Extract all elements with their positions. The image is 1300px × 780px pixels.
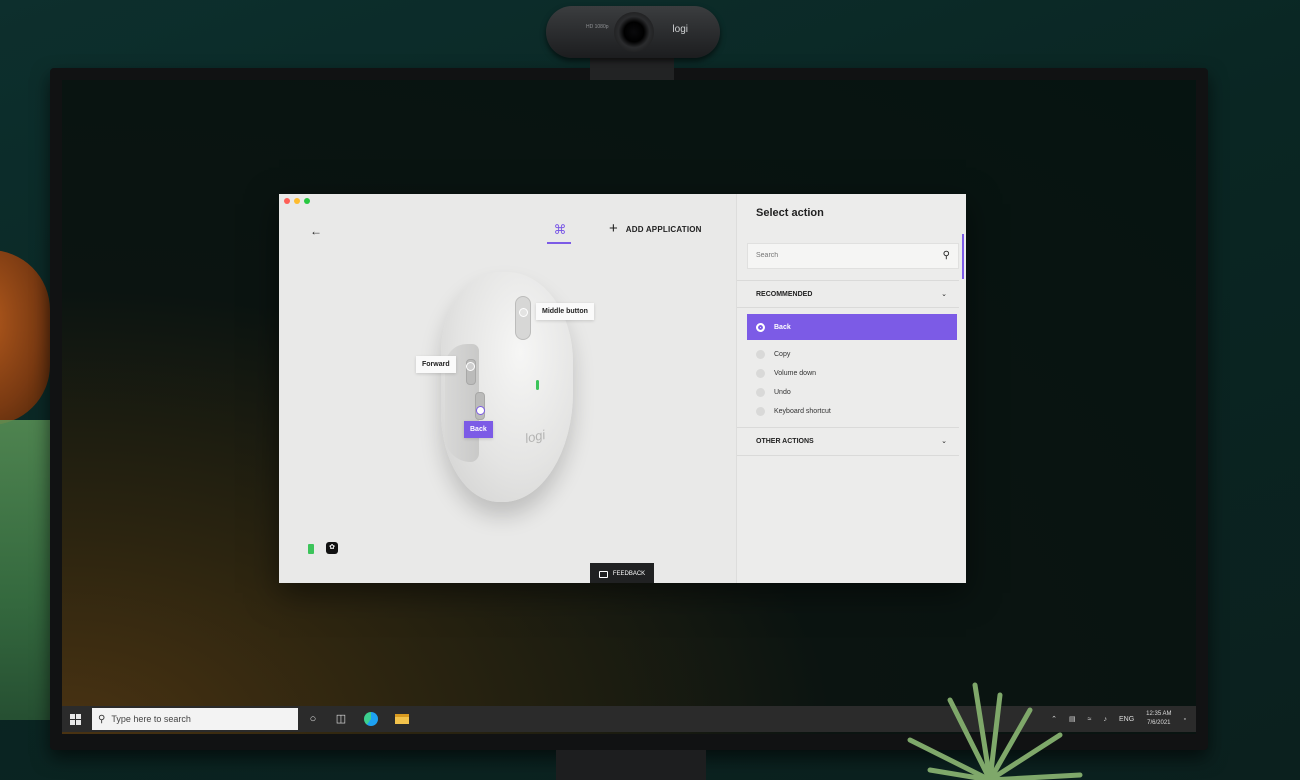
cortana-icon[interactable]: ○ (306, 712, 320, 726)
window-controls (284, 198, 310, 204)
all-applications-icon[interactable]: ⌘ (551, 222, 569, 240)
search-icon: ⚲ (98, 713, 106, 725)
feedback-icon (598, 570, 608, 578)
clock-date: 7/6/2021 (1147, 720, 1171, 726)
action-option-label: Back (774, 323, 791, 331)
action-option-label: Copy (774, 351, 791, 358)
action-option-label: Undo (774, 389, 791, 396)
radio-unselected-icon (756, 369, 765, 378)
middle-button-pin[interactable] (519, 308, 528, 317)
webcam-brand-logo: logi (672, 24, 688, 35)
task-view-icon[interactable]: ◫ (334, 712, 348, 726)
recommended-label: RECOMMENDED (756, 290, 813, 298)
action-option[interactable]: Volume down (756, 369, 816, 378)
radio-selected-icon (756, 322, 765, 332)
action-option-label: Keyboard shortcut (774, 408, 831, 415)
back-arrow-icon[interactable]: ← (310, 224, 322, 238)
close-window-button[interactable] (284, 198, 290, 204)
taskbar-search-box[interactable]: ⚲ Type here to search (92, 708, 298, 730)
maximize-window-button[interactable] (304, 198, 310, 204)
mouse-scroll-wheel (515, 296, 531, 340)
add-application-button[interactable]: + ADD APPLICATION (609, 220, 702, 237)
clock-time: 12:35 AM (1146, 711, 1172, 717)
file-explorer-icon[interactable] (395, 714, 409, 724)
action-option-selected[interactable]: Back (747, 314, 957, 340)
select-action-panel: Select action ⚲ RECOMMENDED ⌄ Back Copy (736, 194, 966, 583)
radio-unselected-icon (756, 350, 765, 359)
radio-unselected-icon (756, 388, 765, 397)
action-search-box: ⚲ (747, 243, 959, 269)
succulent-plant (907, 682, 1083, 780)
taskbar-search-placeholder: Type here to search (111, 714, 191, 724)
webcam-model-tag: HD 1080p (586, 24, 609, 30)
forward-button-callout[interactable]: Forward (416, 356, 456, 373)
minimize-window-button[interactable] (294, 198, 300, 204)
volume-icon[interactable]: ♪ (1103, 716, 1107, 723)
other-actions-section-header[interactable]: OTHER ACTIONS ⌄ (737, 428, 959, 454)
edge-browser-icon[interactable] (364, 712, 378, 726)
middle-button-callout[interactable]: Middle button (536, 303, 594, 320)
divider (737, 307, 959, 308)
panel-scrollbar[interactable] (962, 234, 964, 279)
chevron-down-icon: ⌄ (941, 291, 947, 298)
recommended-section-header[interactable]: RECOMMENDED ⌄ (737, 281, 959, 307)
feedback-label: FEEDBACK (612, 571, 646, 577)
webcam: HD 1080p logi (546, 6, 720, 58)
chevron-down-icon: ⌄ (941, 438, 947, 445)
back-button-pin[interactable] (476, 406, 485, 415)
divider (737, 455, 959, 456)
action-search-input[interactable] (756, 252, 926, 259)
language-indicator[interactable]: ENG (1119, 716, 1134, 723)
monitor-stand (556, 750, 706, 780)
plus-icon: + (609, 220, 618, 237)
panel-title: Select action (756, 207, 824, 219)
other-actions-label: OTHER ACTIONS (756, 437, 814, 445)
webcam-lens (614, 12, 654, 52)
action-option[interactable]: Copy (756, 350, 790, 359)
action-option[interactable]: Undo (756, 388, 791, 397)
search-icon[interactable]: ⚲ (943, 250, 950, 261)
forward-button-pin[interactable] (466, 362, 475, 371)
mouse-battery-led (536, 380, 539, 390)
battery-icon (308, 544, 314, 554)
desktop-screen: ← ⌘ + ADD APPLICATION logi Middle button… (62, 80, 1196, 734)
logi-options-window: ← ⌘ + ADD APPLICATION logi Middle button… (279, 194, 966, 583)
feedback-button[interactable]: FEEDBACK (590, 563, 654, 583)
radio-unselected-icon (756, 407, 765, 416)
taskbar-clock[interactable]: 12:35 AM 7/6/2021 (1146, 710, 1171, 728)
lamp-shade (0, 250, 50, 425)
back-button-callout[interactable]: Back (464, 421, 493, 438)
apps-tab-underline (547, 242, 571, 244)
windows-start-icon[interactable] (70, 714, 81, 725)
device-settings-icon[interactable]: ✿ (326, 542, 338, 554)
add-application-label: ADD APPLICATION (625, 224, 702, 234)
action-option-label: Volume down (774, 370, 817, 377)
notifications-icon[interactable]: ▫ (1184, 716, 1186, 723)
action-option[interactable]: Keyboard shortcut (756, 407, 831, 416)
